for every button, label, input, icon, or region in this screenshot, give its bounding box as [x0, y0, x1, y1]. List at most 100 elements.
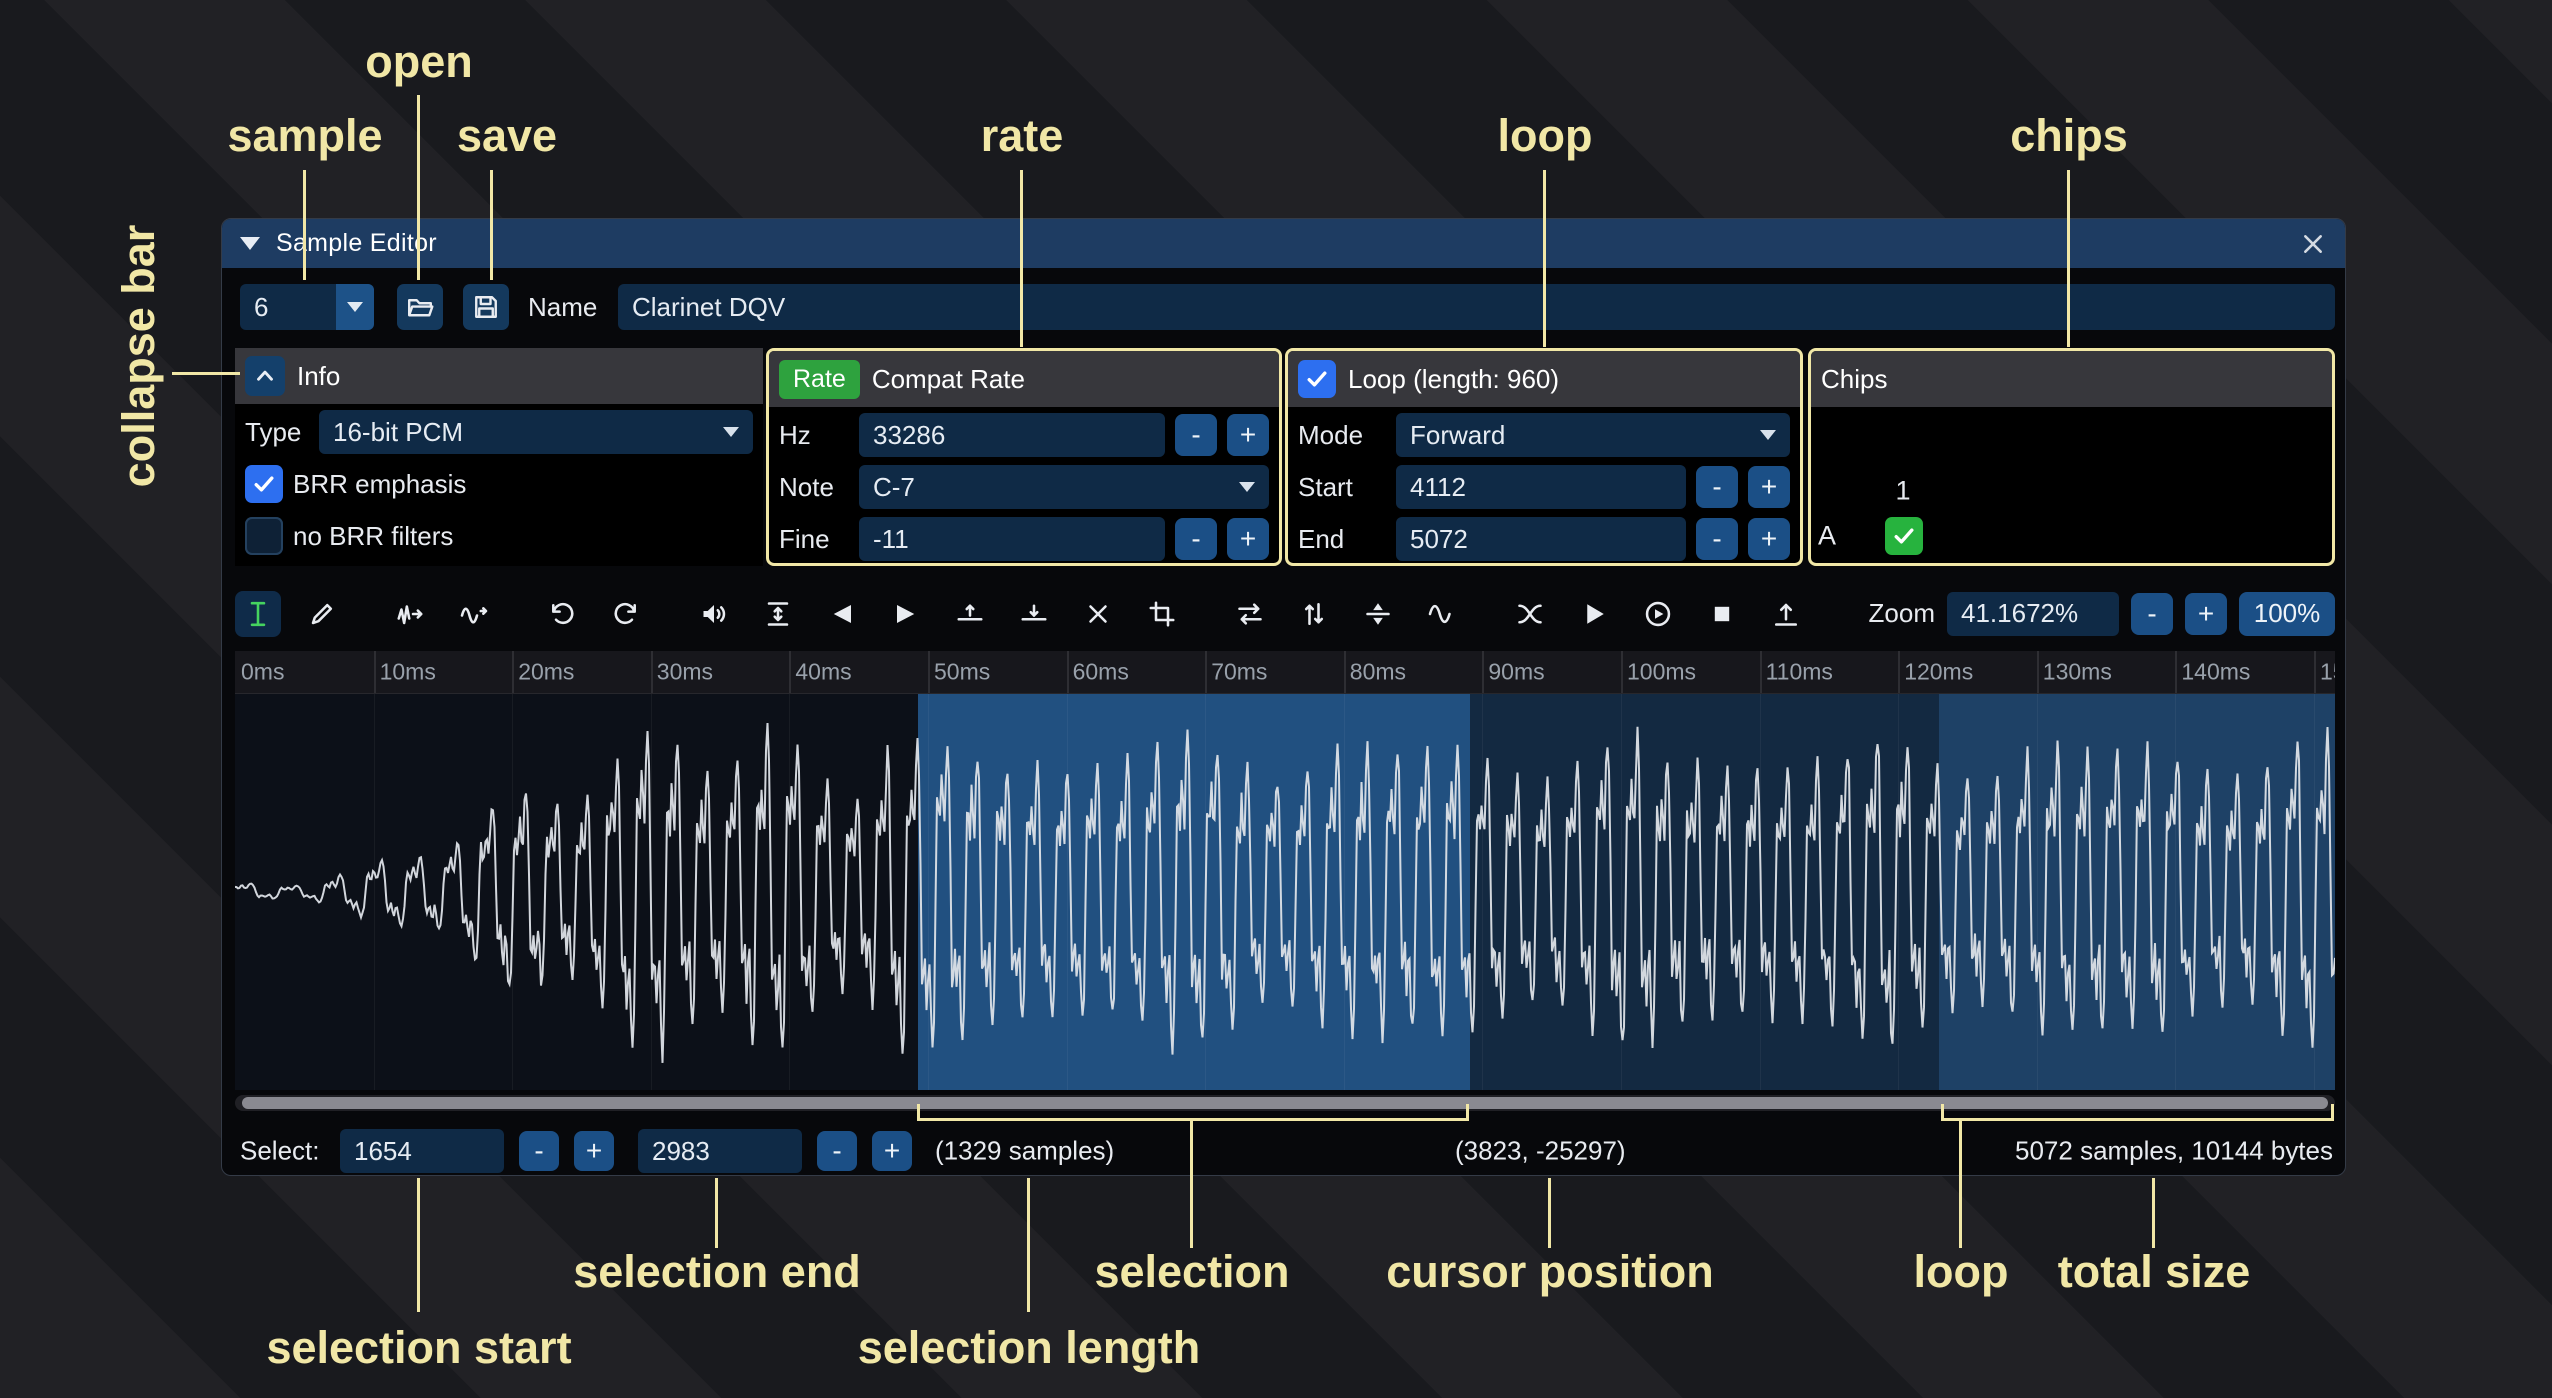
fine-decrease-button[interactable]: - [1175, 518, 1217, 560]
type-label: Type [245, 417, 309, 448]
selection-start-input[interactable]: 1654 [340, 1129, 504, 1173]
zoom-out-button[interactable]: - [2131, 593, 2173, 635]
delete-button[interactable] [1075, 591, 1121, 637]
sample-editor-window: Sample Editor 6 Name Clarinet DQV [221, 218, 2346, 1176]
scrollbar-thumb[interactable] [242, 1097, 2328, 1109]
zoom-in-button[interactable]: + [2185, 593, 2227, 635]
insert-silence-button[interactable] [947, 591, 993, 637]
open-sample-button[interactable] [397, 284, 443, 330]
sample-number-dropdown[interactable]: 6 [240, 284, 374, 330]
rate-panel-title: Compat Rate [872, 364, 1025, 395]
window-collapse-icon[interactable] [240, 237, 260, 250]
annotation-open: open [365, 36, 473, 88]
annotation-loop-bottom: loop [1914, 1246, 2009, 1298]
collapse-bar-button[interactable] [245, 356, 285, 396]
brr-emphasis-checkbox[interactable] [245, 465, 283, 503]
annotation-collapse-bar: collapse bar [113, 225, 165, 488]
normalize-button[interactable] [755, 591, 801, 637]
reverse-button[interactable] [1227, 591, 1273, 637]
rate-panel: Rate Compat Rate Hz 33286 - + Note C-7 [766, 348, 1282, 566]
annotation-line-selection-length [1027, 1178, 1030, 1312]
ruler-label: 10ms [380, 659, 436, 686]
hz-input[interactable]: 33286 [859, 413, 1165, 457]
dropdown-arrow-box [336, 284, 374, 330]
annotation-selection-length: selection length [858, 1322, 1201, 1374]
annotation-save: save [457, 110, 557, 162]
loop-enable-checkbox[interactable] [1298, 360, 1336, 398]
ruler-tick [1898, 651, 1900, 693]
waveform-scrollbar[interactable] [235, 1095, 2335, 1111]
selection-start-increase-button[interactable]: + [574, 1131, 614, 1171]
waveform-svg [235, 694, 2335, 1090]
invert-button[interactable] [1291, 591, 1337, 637]
sample-type-dropdown[interactable]: 16-bit PCM [319, 410, 753, 454]
close-button[interactable] [2299, 230, 2327, 258]
hz-increase-button[interactable]: + [1227, 414, 1269, 456]
rate-panel-header: Rate Compat Rate [769, 351, 1279, 407]
preview-sample-button[interactable] [1571, 591, 1617, 637]
loop-start-input[interactable]: 4112 [1396, 465, 1686, 509]
save-sample-button[interactable] [463, 284, 509, 330]
loop-end-input[interactable]: 5072 [1396, 517, 1686, 561]
zoom-reset-button[interactable]: 100% [2239, 592, 2335, 636]
zoom-input[interactable]: 41.1672% [1947, 592, 2119, 636]
hz-decrease-button[interactable]: - [1175, 414, 1217, 456]
crossfade-loop-points-button[interactable] [1507, 591, 1553, 637]
chip-enable-checkbox[interactable] [1885, 517, 1923, 555]
ruler-label: 60ms [1073, 659, 1129, 686]
note-dropdown[interactable]: C-7 [859, 465, 1269, 509]
ruler-tick [374, 651, 376, 693]
waveform-area[interactable] [235, 694, 2335, 1090]
apply-silence-button[interactable] [1011, 591, 1057, 637]
amplify-button[interactable] [691, 591, 737, 637]
annotation-line-open [417, 95, 420, 280]
ruler-label: 130ms [2043, 659, 2112, 686]
resize-button[interactable] [387, 591, 433, 637]
annotation-bracket-selection-tick [1466, 1104, 1469, 1121]
waveform-line [235, 723, 2335, 1063]
fade-in-button[interactable] [819, 591, 865, 637]
loop-end-increase-button[interactable]: + [1748, 518, 1790, 560]
sample-name-value: Clarinet DQV [632, 292, 785, 323]
toolbar-group [387, 591, 497, 637]
selection-end-decrease-button[interactable]: - [817, 1131, 857, 1171]
zoom-value: 41.1672% [1961, 598, 2078, 629]
loop-start-decrease-button[interactable]: - [1696, 466, 1738, 508]
resample-button[interactable] [451, 591, 497, 637]
fine-input[interactable]: -11 [859, 517, 1165, 561]
fine-increase-button[interactable]: + [1227, 518, 1269, 560]
signed-unsigned-button[interactable] [1355, 591, 1401, 637]
select-mode-button[interactable] [235, 591, 281, 637]
no-brr-filters-checkbox[interactable] [245, 517, 283, 555]
ruler-tick [1760, 651, 1762, 693]
apply-filter-button[interactable] [1419, 591, 1465, 637]
undo-button[interactable] [539, 591, 585, 637]
select-label: Select: [240, 1135, 320, 1166]
stop-preview-button[interactable] [1699, 591, 1745, 637]
fade-out-button[interactable] [883, 591, 929, 637]
trim-button[interactable] [1139, 591, 1185, 637]
loop-start-increase-button[interactable]: + [1748, 466, 1790, 508]
selection-start-value: 1654 [354, 1136, 412, 1167]
create-instrument-button[interactable] [1763, 591, 1809, 637]
selection-end-increase-button[interactable]: + [872, 1131, 912, 1171]
selection-end-input[interactable]: 2983 [638, 1129, 802, 1173]
annotation-line-selection-start [417, 1178, 420, 1312]
toolbar-group [691, 591, 1185, 637]
redo-button[interactable] [603, 591, 649, 637]
annotation-bracket-selection [917, 1118, 1469, 1121]
loop-mode-dropdown[interactable]: Forward [1396, 413, 1790, 457]
loop-end-decrease-button[interactable]: - [1696, 518, 1738, 560]
toolbar: Zoom 41.1672% - + 100% [235, 586, 2335, 641]
play-from-cursor-button[interactable] [1635, 591, 1681, 637]
sample-name-input[interactable]: Clarinet DQV [618, 284, 2335, 330]
annotation-selection-end: selection end [573, 1246, 861, 1298]
draw-mode-button[interactable] [299, 591, 345, 637]
titlebar[interactable]: Sample Editor [222, 219, 2345, 268]
selection-start-decrease-button[interactable]: - [519, 1131, 559, 1171]
ruler-tick [651, 651, 653, 693]
annotation-line-save [490, 170, 493, 280]
rate-badge: Rate [779, 360, 860, 399]
loop-start-label: Start [1298, 472, 1386, 503]
status-bar: Select: 1654 - + 2983 - + (1329 samples)… [235, 1124, 2335, 1177]
